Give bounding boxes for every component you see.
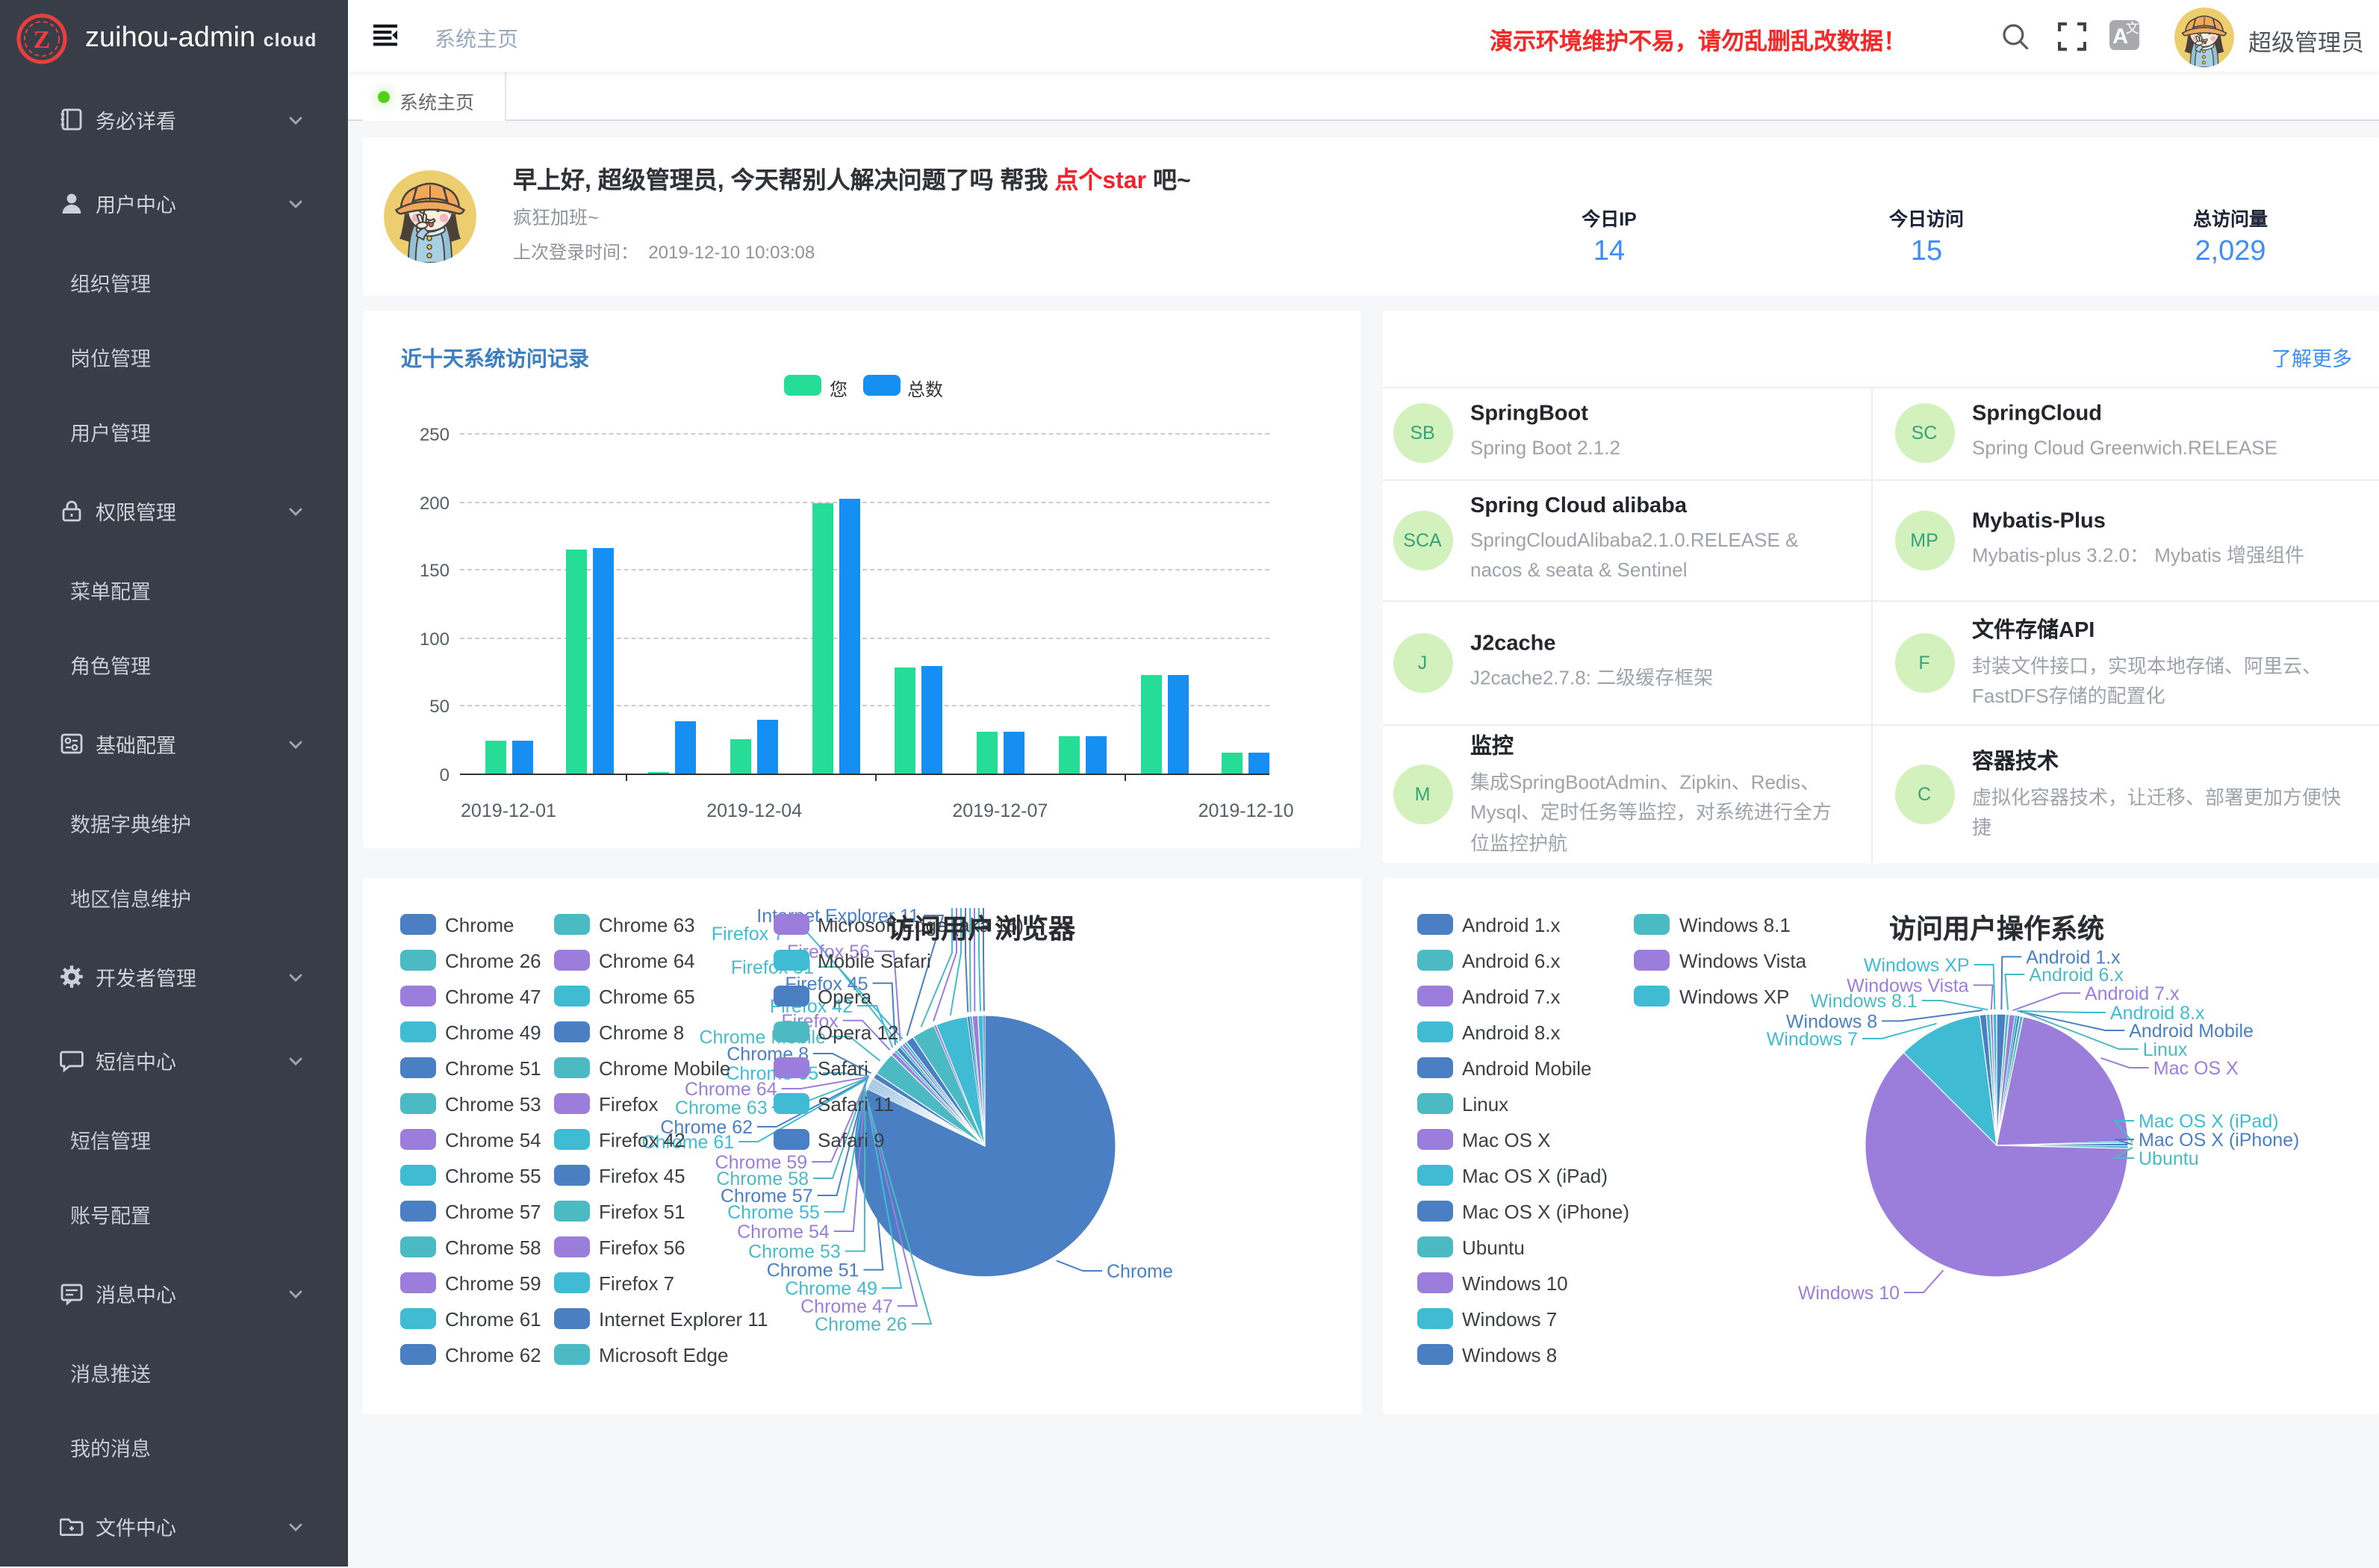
svg-text:Chrome 55: Chrome 55 [727, 1202, 820, 1223]
svg-text:Windows 8: Windows 8 [1786, 1011, 1877, 1032]
svg-text:Chrome 26: Chrome 26 [815, 1314, 907, 1335]
svg-text:Android 7.x: Android 7.x [2085, 983, 2180, 1004]
svg-text:Android Mobile: Android Mobile [2129, 1021, 2254, 1042]
svg-text:Linux: Linux [2143, 1039, 2188, 1060]
svg-text:Ubuntu: Ubuntu [2139, 1148, 2199, 1169]
svg-text:Chrome: Chrome [1107, 1261, 1173, 1282]
svg-text:Z: Z [34, 26, 51, 54]
svg-text:Chrome 53: Chrome 53 [748, 1242, 841, 1263]
svg-text:Mac OS X (iPad): Mac OS X (iPad) [2139, 1111, 2279, 1132]
svg-text:Chrome 54: Chrome 54 [737, 1222, 830, 1242]
svg-text:Windows Vista: Windows Vista [1847, 975, 1969, 996]
svg-text:Mac OS X: Mac OS X [2153, 1058, 2239, 1079]
svg-text:文: 文 [2126, 21, 2139, 36]
svg-text:Chrome 63: Chrome 63 [675, 1098, 768, 1119]
svg-text:Windows 10: Windows 10 [1798, 1283, 1900, 1304]
svg-text:Mac OS X (iPhone): Mac OS X (iPhone) [2139, 1130, 2299, 1151]
svg-text:Windows XP: Windows XP [1864, 955, 1970, 976]
svg-text:Chrome 64: Chrome 64 [685, 1079, 777, 1100]
svg-text:Android 6.x: Android 6.x [2029, 965, 2124, 986]
